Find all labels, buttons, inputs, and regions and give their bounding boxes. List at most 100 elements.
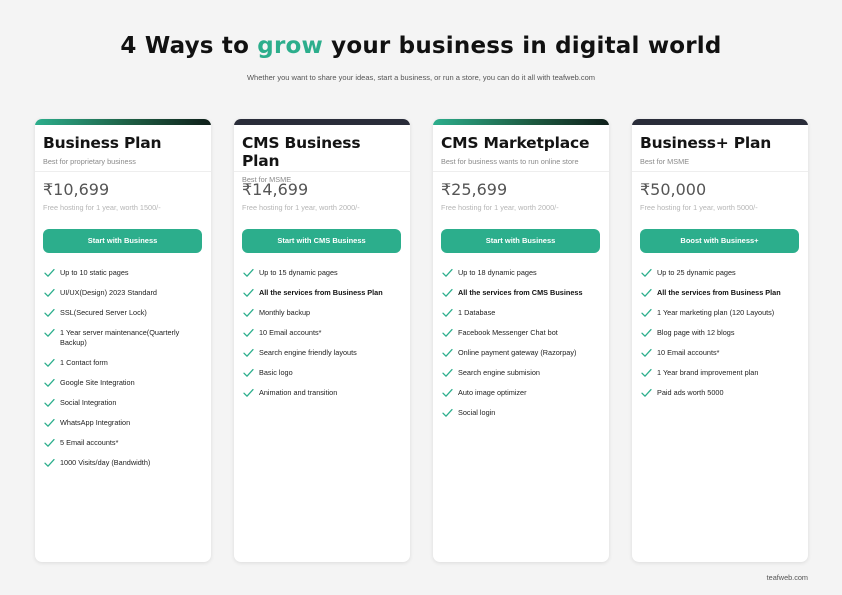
check-icon [641,348,652,357]
check-icon [44,458,55,467]
feature-text: Google Site Integration [60,378,135,387]
plan-card-business-plus: Business+ Plan Best for MSME ₹50,000 Fre… [632,119,808,562]
plan-price: ₹14,699 [242,180,309,199]
feature-item: 1 Year server maintenance(Quarterly Back… [44,328,206,348]
check-icon [641,288,652,297]
feature-item: Facebook Messenger Chat bot [442,328,604,338]
start-cms-business-button[interactable]: Start with CMS Business [242,229,401,253]
plan-hosting: Free hosting for 1 year, worth 1500/- [43,203,161,212]
check-icon [44,358,55,367]
feature-text: 10 Email accounts* [259,328,322,337]
start-business-button[interactable]: Start with Business [43,229,202,253]
check-icon [641,388,652,397]
card-header: Business Plan Best for proprietary busin… [35,125,211,172]
page-title: 4 Ways to grow your business in digital … [0,33,842,59]
check-icon [442,368,453,377]
feature-text: Monthly backup [259,308,311,317]
feature-text: Blog page with 12 blogs [657,328,735,337]
plan-tagline: Best for business wants to run online st… [441,157,579,166]
check-icon [243,348,254,357]
feature-item: 1000 Visits/day (Bandwidth) [44,458,206,468]
feature-text: Social Integration [60,398,117,407]
feature-item: 1 Database [442,308,604,318]
feature-item: 10 Email accounts* [243,328,405,338]
feature-text: 1 Contact form [60,358,108,367]
title-post: your business in digital world [322,33,722,59]
feature-list: Up to 10 static pages UI/UX(Design) 2023 … [44,268,206,478]
feature-text: Paid ads worth 5000 [657,388,724,397]
feature-item: Auto image optimizer [442,388,604,398]
feature-item: Animation and transition [243,388,405,398]
feature-text: SSL(Secured Server Lock) [60,308,147,317]
feature-text: Up to 10 static pages [60,268,129,277]
feature-list: Up to 15 dynamic pages All the services f… [243,268,405,408]
boost-business-plus-button[interactable]: Boost with Business+ [640,229,799,253]
check-icon [44,438,55,447]
page-subtitle: Whether you want to share your ideas, st… [246,73,596,82]
check-icon [442,388,453,397]
feature-text: 1 Year brand improvement plan [657,368,759,377]
plan-name: Business+ Plan [640,134,772,152]
feature-item: Social login [442,408,604,418]
check-icon [442,308,453,317]
check-icon [44,328,55,337]
plan-name: CMS Business Plan [242,134,361,170]
feature-text: Up to 15 dynamic pages [259,268,338,277]
start-marketplace-button[interactable]: Start with Business [441,229,600,253]
feature-text: Online payment gateway (Razorpay) [458,348,577,357]
feature-item: Google Site Integration [44,378,206,388]
feature-list: Up to 18 dynamic pages All the services f… [442,268,604,428]
feature-item: Online payment gateway (Razorpay) [442,348,604,358]
title-accent: grow [257,33,323,59]
plan-name: Business Plan [43,134,162,152]
check-icon [442,348,453,357]
feature-text: 1 Database [458,308,496,317]
feature-text: Search engine submision [458,368,540,377]
feature-item: All the services from CMS Business [442,288,604,298]
feature-item: 1 Year marketing plan (120 Layouts) [641,308,803,318]
plan-hosting: Free hosting for 1 year, worth 2000/- [441,203,559,212]
plan-tagline: Best for proprietary business [43,157,136,166]
check-icon [442,328,453,337]
feature-item: Social Integration [44,398,206,408]
feature-item: 1 Year brand improvement plan [641,368,803,378]
feature-text: Up to 18 dynamic pages [458,268,537,277]
check-icon [243,308,254,317]
feature-item: Search engine submision [442,368,604,378]
feature-item: Monthly backup [243,308,405,318]
plan-hosting: Free hosting for 1 year, worth 5000/- [640,203,758,212]
feature-item: Up to 15 dynamic pages [243,268,405,278]
feature-text: 1 Year marketing plan (120 Layouts) [657,308,775,317]
plan-name: CMS Marketplace [441,134,590,152]
title-pre: 4 Ways to [120,33,258,59]
check-icon [641,368,652,377]
plan-card-business: Business Plan Best for proprietary busin… [35,119,211,562]
feature-list: Up to 25 dynamic pages All the services f… [641,268,803,408]
feature-item: 1 Contact form [44,358,206,368]
feature-text: All the services from CMS Business [458,288,583,297]
feature-item: UI/UX(Design) 2023 Standard [44,288,206,298]
feature-text: 5 Email accounts* [60,438,119,447]
feature-text: 10 Email accounts* [657,348,720,357]
check-icon [243,328,254,337]
check-icon [442,408,453,417]
check-icon [44,288,55,297]
check-icon [442,268,453,277]
feature-item: Up to 18 dynamic pages [442,268,604,278]
plan-price: ₹50,000 [640,180,707,199]
card-header: CMS Marketplace Best for business wants … [433,125,609,172]
check-icon [641,308,652,317]
check-icon [243,268,254,277]
feature-item: Basic logo [243,368,405,378]
feature-text: Facebook Messenger Chat bot [458,328,558,337]
feature-text: Social login [458,408,496,417]
check-icon [44,308,55,317]
feature-item: 10 Email accounts* [641,348,803,358]
check-icon [44,378,55,387]
card-header: CMS Business Plan Best for MSME [234,125,410,184]
check-icon [641,328,652,337]
check-icon [44,268,55,277]
feature-text: 1000 Visits/day (Bandwidth) [60,458,151,467]
plan-card-cms-business: CMS Business Plan Best for MSME ₹14,699 … [234,119,410,562]
plan-card-cms-marketplace: CMS Marketplace Best for business wants … [433,119,609,562]
